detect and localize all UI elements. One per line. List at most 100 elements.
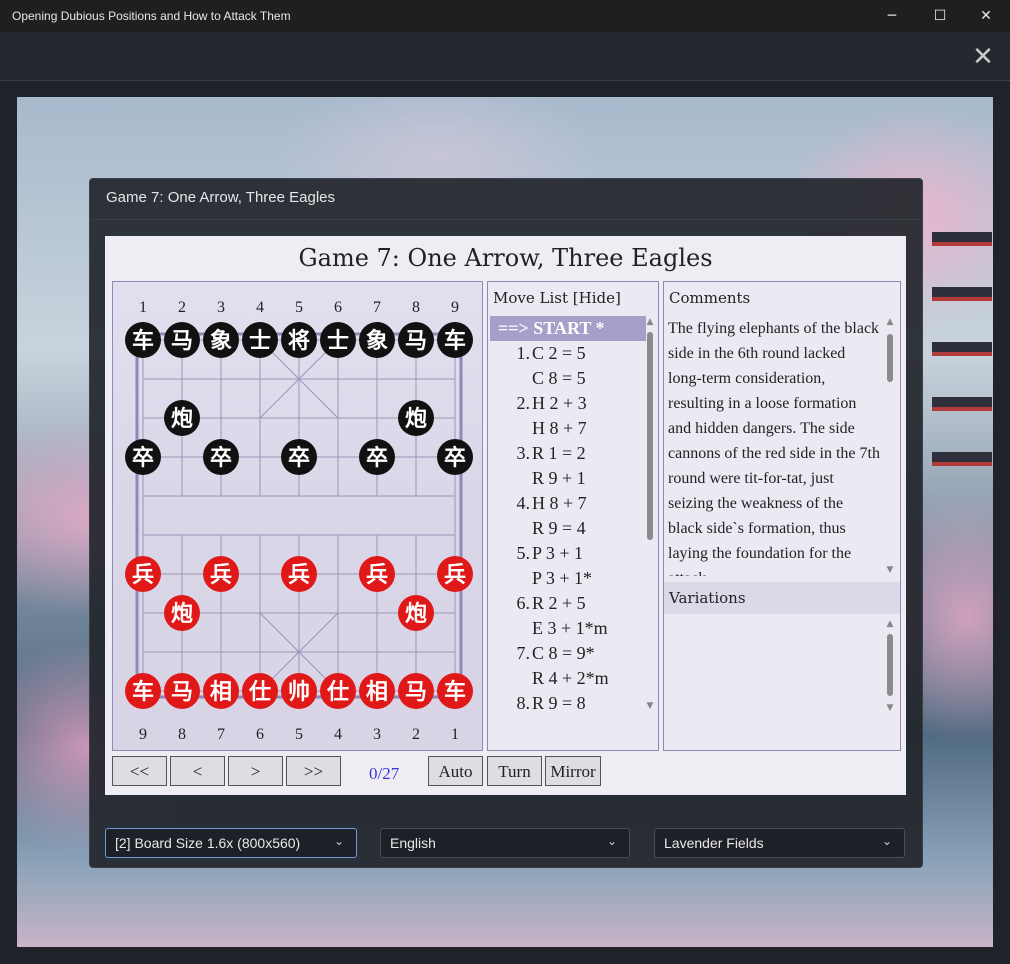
move-number: 4. (516, 493, 531, 513)
move-row[interactable]: R 9 = 4 (490, 516, 646, 541)
red-piece[interactable]: 炮 (164, 595, 200, 631)
scroll-up-icon[interactable]: ▲ (884, 316, 896, 328)
scroll-down-icon[interactable]: ▼ (644, 700, 656, 712)
black-piece[interactable]: 士 (320, 322, 356, 358)
black-piece[interactable]: 车 (125, 322, 161, 358)
move-row[interactable]: 5. P 3 + 1 (490, 541, 646, 566)
last-move-button[interactable]: >> (286, 756, 341, 786)
file-label-bottom: 2 (412, 726, 420, 743)
black-piece[interactable]: 卒 (125, 439, 161, 475)
svg-text:卒: 卒 (288, 445, 310, 471)
scroll-thumb[interactable] (887, 334, 893, 382)
black-piece[interactable]: 象 (203, 322, 239, 358)
move-list[interactable]: ==> START * 1. C 2 = 5C 8 = 5 2. H 2 + 3H 8 … (490, 316, 646, 712)
black-piece[interactable]: 象 (359, 322, 395, 358)
file-label-bottom: 5 (295, 726, 303, 743)
red-piece[interactable]: 仕 (242, 673, 278, 709)
scroll-up-icon[interactable]: ▲ (644, 316, 656, 328)
black-piece[interactable]: 士 (242, 322, 278, 358)
turn-button[interactable]: Turn (487, 756, 542, 786)
black-piece[interactable]: 卒 (359, 439, 395, 475)
viewer-title: Game 7: One Arrow, Three Eagles (298, 244, 713, 272)
svg-text:车: 车 (444, 679, 466, 705)
move-row[interactable]: 4. H 8 + 7 (490, 491, 646, 516)
scroll-up-icon[interactable]: ▲ (884, 618, 896, 630)
black-piece[interactable]: 将 (281, 322, 317, 358)
move-text: R 4 + 2*m (532, 668, 609, 688)
move-text: C 8 = 5 (532, 368, 586, 388)
maximize-button[interactable]: ☐ (917, 0, 963, 32)
variations-scrollbar[interactable]: ▲ ▼ (884, 618, 896, 714)
move-text: R 2 + 5 (532, 593, 586, 613)
move-row[interactable]: P 3 + 1* (490, 566, 646, 591)
move-text: P 3 + 1 (532, 543, 583, 563)
next-move-button[interactable]: > (228, 756, 283, 786)
variations-header: Variations (664, 582, 900, 614)
black-piece[interactable]: 卒 (203, 439, 239, 475)
red-piece[interactable]: 马 (164, 673, 200, 709)
black-piece[interactable]: 卒 (281, 439, 317, 475)
red-piece[interactable]: 车 (437, 673, 473, 709)
move-row[interactable]: 2. H 2 + 3 (490, 391, 646, 416)
move-row[interactable]: C 8 = 5 (490, 366, 646, 391)
red-piece[interactable]: 炮 (398, 595, 434, 631)
red-piece[interactable]: 马 (398, 673, 434, 709)
move-counter: 0/27 (369, 764, 400, 783)
svg-text:兵: 兵 (366, 563, 388, 588)
first-move-button[interactable]: << (112, 756, 167, 786)
file-label-top: 9 (451, 299, 459, 316)
move-row[interactable]: R 9 + 1 (490, 466, 646, 491)
move-text: R 9 = 4 (532, 518, 586, 538)
scroll-thumb[interactable] (887, 634, 893, 696)
move-row[interactable]: 6. R 2 + 5 (490, 591, 646, 616)
prev-move-button[interactable]: < (170, 756, 225, 786)
red-piece[interactable]: 兵 (437, 556, 473, 592)
game-dialog: Game 7: One Arrow, Three Eagles Game 7: … (89, 178, 923, 868)
red-piece[interactable]: 帅 (281, 673, 317, 709)
board-size-select[interactable]: [2] Board Size 1.6x (800x560) ⌄ (105, 828, 357, 858)
red-piece[interactable]: 车 (125, 673, 161, 709)
language-select[interactable]: English ⌄ (380, 828, 630, 858)
close-icon[interactable]: ✕ (968, 42, 998, 72)
red-piece[interactable]: 兵 (281, 556, 317, 592)
scroll-thumb[interactable] (647, 332, 653, 540)
auto-button[interactable]: Auto (428, 756, 483, 786)
move-list-header[interactable]: Move List [Hide] (493, 289, 621, 307)
mirror-button[interactable]: Mirror (545, 756, 601, 786)
move-list-scrollbar[interactable]: ▲ ▼ (644, 316, 656, 712)
move-row[interactable]: 1. C 2 = 5 (490, 341, 646, 366)
move-start-row[interactable]: ==> START * (490, 316, 646, 341)
red-piece[interactable]: 兵 (125, 556, 161, 592)
svg-text:将: 将 (288, 328, 310, 354)
window-title: Opening Dubious Positions and How to Att… (12, 9, 291, 23)
move-row[interactable]: 7. C 8 = 9* (490, 641, 646, 666)
black-piece[interactable]: 炮 (398, 400, 434, 436)
xiangqi-board[interactable]: 123456789987654321车马象士将士象马车炮炮卒卒卒卒卒兵兵兵兵兵炮… (112, 281, 483, 751)
scroll-down-icon[interactable]: ▼ (884, 564, 896, 576)
black-piece[interactable]: 马 (398, 322, 434, 358)
black-piece[interactable]: 卒 (437, 439, 473, 475)
move-row[interactable]: H 8 + 7 (490, 416, 646, 441)
window-close-button[interactable]: ✕ (963, 0, 1009, 32)
red-piece[interactable]: 相 (359, 673, 395, 709)
svg-text:兵: 兵 (132, 563, 154, 588)
black-piece[interactable]: 车 (437, 322, 473, 358)
svg-text:车: 车 (444, 328, 466, 354)
minimize-button[interactable]: ─ (869, 0, 915, 32)
red-piece[interactable]: 仕 (320, 673, 356, 709)
move-row[interactable]: 8. R 9 = 8 (490, 691, 646, 712)
theme-select[interactable]: Lavender Fields ⌄ (654, 828, 905, 858)
svg-text:兵: 兵 (444, 563, 466, 588)
red-piece[interactable]: 兵 (359, 556, 395, 592)
black-piece[interactable]: 马 (164, 322, 200, 358)
comments-scrollbar[interactable]: ▲ ▼ (884, 316, 896, 576)
move-row[interactable]: 3. R 1 = 2 (490, 441, 646, 466)
scroll-down-icon[interactable]: ▼ (884, 702, 896, 714)
black-piece[interactable]: 炮 (164, 400, 200, 436)
move-row[interactable]: R 4 + 2*m (490, 666, 646, 691)
move-row[interactable]: E 3 + 1*m (490, 616, 646, 641)
board-canvas[interactable]: 1 2 3 4 5 6 7 8 99 8 7 6 5 4 3 2 1车马象士将士象马车炮 炮卒卒卒卒卒兵兵兵兵兵炮… (113, 282, 482, 750)
move-number: 8. (516, 693, 531, 712)
red-piece[interactable]: 兵 (203, 556, 239, 592)
red-piece[interactable]: 相 (203, 673, 239, 709)
